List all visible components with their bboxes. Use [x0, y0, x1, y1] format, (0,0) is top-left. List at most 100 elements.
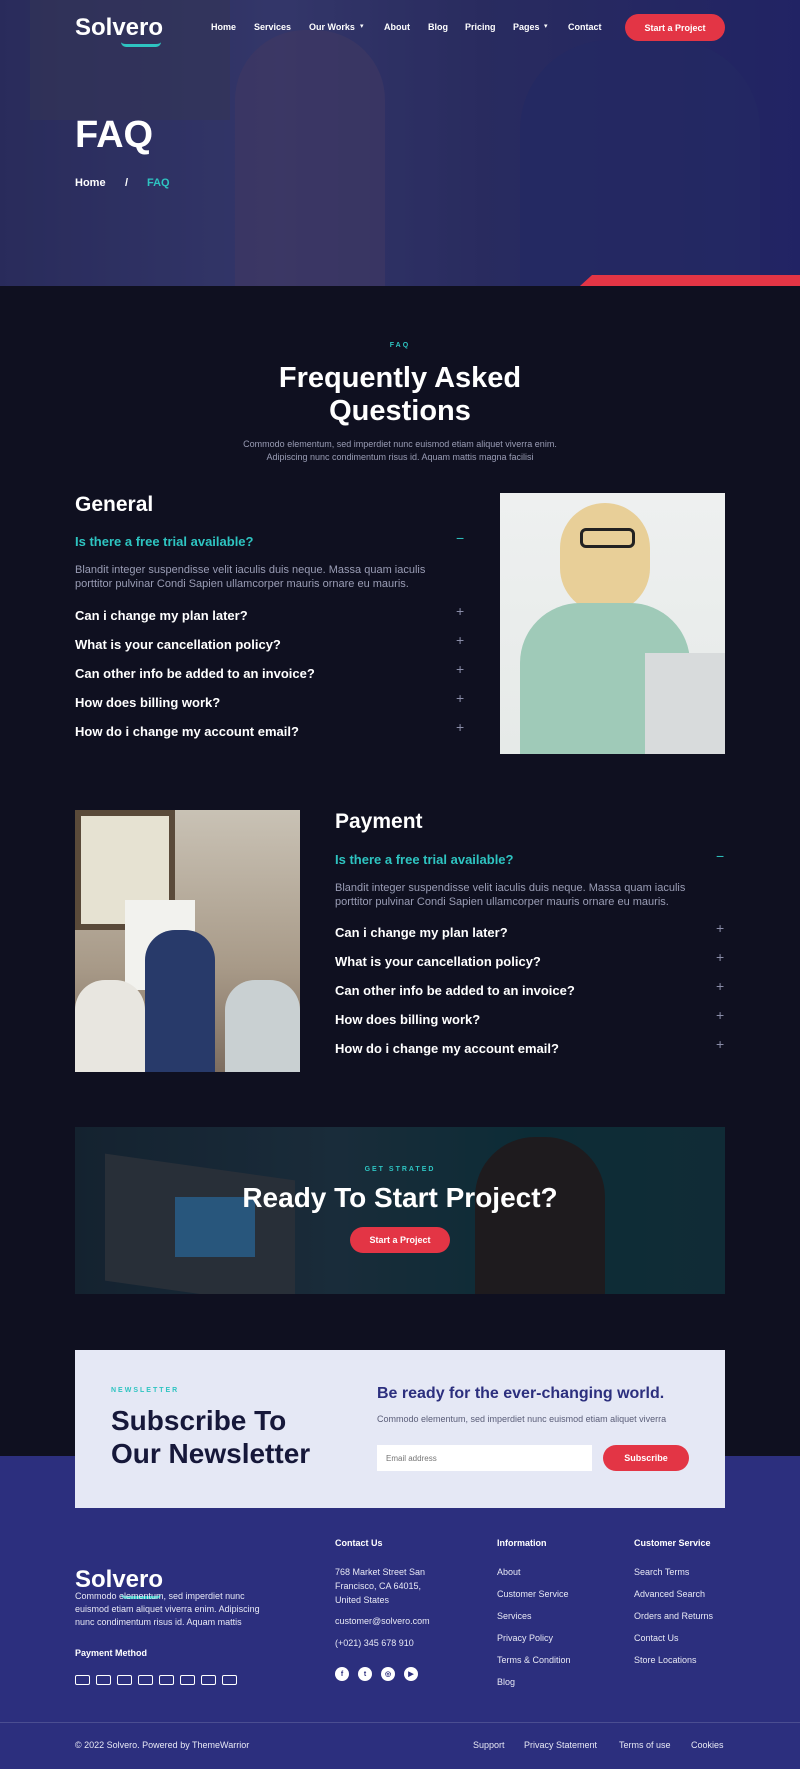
expand-plus-icon[interactable]: + [716, 920, 724, 936]
payment-method-label: Payment Method [75, 1648, 148, 1658]
contact-address-line-1: 768 Market Street San [335, 1567, 426, 1577]
nav-pricing[interactable]: Pricing [465, 22, 496, 32]
expand-plus-icon[interactable]: + [456, 661, 464, 677]
service-link-search-terms[interactable]: Search Terms [634, 1567, 689, 1577]
apple-pay-icon [159, 1675, 174, 1685]
general-active-question[interactable]: Is there a free trial available? [75, 534, 253, 549]
contact-email[interactable]: customer@solvero.com [335, 1616, 430, 1626]
contact-address-line-3: United States [335, 1595, 390, 1605]
subscribe-button[interactable]: Subscribe [603, 1445, 689, 1471]
expand-plus-icon[interactable]: + [716, 1007, 724, 1023]
contact-heading: Contact Us [335, 1538, 383, 1548]
faq-desc-line-2: Adipiscing nunc condimentum risus id. Aq… [266, 452, 534, 462]
cta-tag: GET STRATED [364, 1166, 436, 1173]
customer-service-heading: Customer Service [634, 1538, 711, 1548]
expand-plus-icon[interactable]: + [716, 1036, 724, 1052]
contact-phone[interactable]: (+021) 345 678 910 [335, 1638, 414, 1648]
payment-question[interactable]: How do i change my account email? [335, 1041, 559, 1056]
footer-desc-line-3: nunc condimentum risus id. Aquam mattis [75, 1617, 242, 1627]
payment-active-question[interactable]: Is there a free trial available? [335, 852, 513, 867]
nav-services[interactable]: Services [254, 22, 291, 32]
visa-icon [138, 1675, 153, 1685]
service-link-contact[interactable]: Contact Us [634, 1633, 679, 1643]
contact-address-line-2: Francisco, CA 64015, [335, 1581, 422, 1591]
info-link-blog[interactable]: Blog [497, 1677, 515, 1687]
info-link-terms[interactable]: Terms & Condition [497, 1655, 571, 1665]
copyright: © 2022 Solvero. Powered by ThemeWarrior [75, 1740, 250, 1750]
breadcrumb-home[interactable]: Home [75, 177, 106, 189]
facebook-icon[interactable]: f [335, 1667, 349, 1681]
payment-heading: Payment [335, 810, 423, 833]
team-meeting-photo [75, 810, 300, 1072]
breadcrumb-separator: / [125, 177, 129, 189]
nav-about[interactable]: About [384, 22, 410, 32]
expand-plus-icon[interactable]: + [716, 978, 724, 994]
email-input[interactable] [377, 1445, 592, 1471]
social-links: f t ◎ ▶ [335, 1667, 418, 1681]
nav-home[interactable]: Home [211, 22, 236, 32]
general-answer-line-2: porttitor pulvinar Condi Sapien ullamcor… [75, 578, 409, 590]
service-link-advanced-search[interactable]: Advanced Search [634, 1589, 705, 1599]
stripe-icon [117, 1675, 132, 1685]
bottom-link-support[interactable]: Support [473, 1740, 505, 1750]
info-link-customer-service[interactable]: Customer Service [497, 1589, 569, 1599]
expand-plus-icon[interactable]: + [716, 949, 724, 965]
payment-answer-line-1: Blandit integer suspendisse velit iaculi… [335, 882, 686, 894]
newsletter-title-line-2: Our Newsletter [111, 1438, 311, 1469]
instagram-icon[interactable]: ◎ [381, 1667, 395, 1681]
header-start-project-button[interactable]: Start a Project [625, 14, 725, 41]
payment-question[interactable]: What is your cancellation policy? [335, 954, 541, 969]
info-link-privacy[interactable]: Privacy Policy [497, 1633, 553, 1643]
general-question[interactable]: Can other info be added to an invoice? [75, 666, 315, 681]
expand-plus-icon[interactable]: + [456, 603, 464, 619]
service-link-store-locations[interactable]: Store Locations [634, 1655, 697, 1665]
faq-title-line-1: Frequently Asked [278, 362, 522, 394]
bottom-link-terms[interactable]: Terms of use [619, 1740, 671, 1750]
collapse-minus-icon[interactable]: − [716, 848, 724, 864]
faq-section-tag: FAQ [389, 342, 411, 349]
page-title: FAQ [75, 114, 154, 156]
jcb-icon [222, 1675, 237, 1685]
collapse-minus-icon[interactable]: − [456, 530, 464, 546]
bottom-link-cookies[interactable]: Cookies [691, 1740, 724, 1750]
nav-pages[interactable]: Pages [513, 22, 540, 32]
general-heading: General [75, 493, 154, 516]
pages-chevron-icon: ▾ [544, 23, 548, 30]
info-link-services[interactable]: Services [497, 1611, 532, 1621]
newsletter-title-line-1: Subscribe To [111, 1405, 287, 1436]
payment-icons [75, 1675, 243, 1685]
expand-plus-icon[interactable]: + [456, 690, 464, 706]
general-question[interactable]: How do i change my account email? [75, 724, 299, 739]
paypal-icon [96, 1675, 111, 1685]
general-question[interactable]: Can i change my plan later? [75, 608, 248, 623]
expand-plus-icon[interactable]: + [456, 632, 464, 648]
twitter-icon[interactable]: t [358, 1667, 372, 1681]
nav-contact[interactable]: Contact [568, 22, 602, 32]
newsletter-right-title: Be ready for the ever-changing world. [377, 1385, 665, 1402]
footer-desc-line-2: euismod etiam aliquet viverra enim. Adip… [75, 1604, 260, 1614]
youtube-icon[interactable]: ▶ [404, 1667, 418, 1681]
footer-divider [0, 1722, 800, 1723]
nav-our-works[interactable]: Our Works [309, 22, 355, 32]
service-link-orders-returns[interactable]: Orders and Returns [634, 1611, 713, 1621]
payment-question[interactable]: How does billing work? [335, 1012, 480, 1027]
general-question[interactable]: How does billing work? [75, 695, 220, 710]
faq-title-line-2: Questions [329, 395, 471, 427]
payment-question[interactable]: Can i change my plan later? [335, 925, 508, 940]
info-link-about[interactable]: About [497, 1567, 521, 1577]
footer-desc-line-1: Commodo elementum, sed imperdiet nunc [75, 1591, 245, 1601]
amex-icon [201, 1675, 216, 1685]
mastercard-icon [75, 1675, 90, 1685]
breadcrumb-current: FAQ [147, 177, 170, 189]
information-heading: Information [497, 1538, 547, 1548]
newsletter-right-desc: Commodo elementum, sed imperdiet nunc eu… [377, 1414, 667, 1424]
bottom-link-privacy[interactable]: Privacy Statement [524, 1740, 597, 1750]
expand-plus-icon[interactable]: + [456, 719, 464, 735]
payment-question[interactable]: Can other info be added to an invoice? [335, 983, 575, 998]
cta-start-project-button[interactable]: Start a Project [350, 1227, 450, 1253]
hero-accent-bar [580, 275, 800, 286]
general-question[interactable]: What is your cancellation policy? [75, 637, 281, 652]
cta-title: Ready To Start Project? [242, 1182, 558, 1213]
general-answer-line-1: Blandit integer suspendisse velit iaculi… [75, 564, 426, 576]
nav-blog[interactable]: Blog [428, 22, 448, 32]
